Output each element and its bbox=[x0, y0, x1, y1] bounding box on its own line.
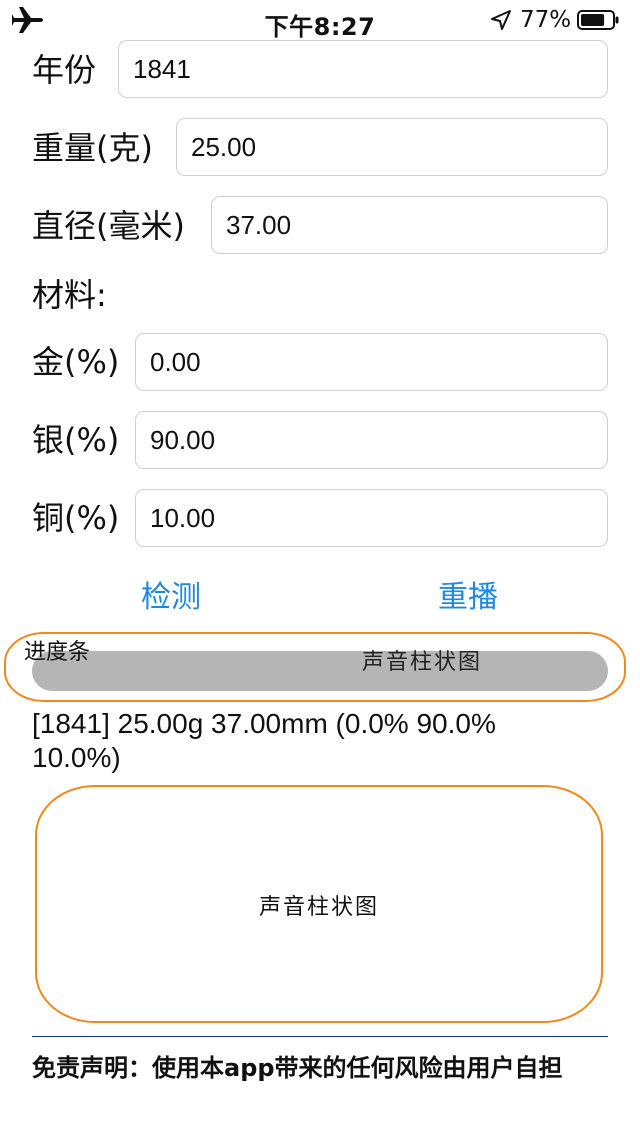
result-summary: [1841] 25.00g 37.00mm (0.0% 90.0% 10.0%) bbox=[32, 708, 496, 773]
battery-icon bbox=[577, 10, 619, 30]
weight-label: 重量(克) bbox=[32, 129, 153, 167]
gold-field[interactable]: 0.00 bbox=[135, 333, 608, 391]
progress-bar bbox=[32, 651, 608, 691]
diameter-field[interactable]: 37.00 bbox=[211, 196, 608, 254]
weight-field[interactable]: 25.00 bbox=[176, 118, 608, 176]
material-label: 材料: bbox=[32, 276, 107, 314]
location-arrow-icon bbox=[491, 10, 511, 30]
detect-button[interactable]: 检测 bbox=[141, 578, 201, 618]
sound-bar-chart-area: 声音柱状图 bbox=[35, 785, 603, 1023]
replay-button[interactable]: 重播 bbox=[438, 578, 498, 618]
year-label: 年份 bbox=[32, 51, 97, 89]
progress-annotation-label: 进度条 bbox=[24, 640, 91, 665]
disclaimer-text: 免责声明：使用本app带来的任何风险由用户自担 bbox=[32, 1054, 563, 1082]
status-bar: 下午8:27 77% bbox=[0, 0, 640, 41]
copper-label: 铜(%) bbox=[32, 499, 120, 537]
gold-label: 金(%) bbox=[32, 343, 120, 381]
battery-percent: 77% bbox=[520, 7, 572, 33]
divider bbox=[32, 1036, 608, 1037]
copper-field[interactable]: 10.00 bbox=[135, 489, 608, 547]
sound-bar-chart-label: 声音柱状图 bbox=[258, 895, 379, 920]
sound-chart-annotation-label: 声音柱状图 bbox=[362, 650, 483, 675]
silver-label: 银(%) bbox=[32, 421, 120, 459]
diameter-label: 直径(毫米) bbox=[32, 207, 185, 245]
year-field[interactable]: 1841 bbox=[118, 40, 608, 98]
silver-field[interactable]: 90.00 bbox=[135, 411, 608, 469]
